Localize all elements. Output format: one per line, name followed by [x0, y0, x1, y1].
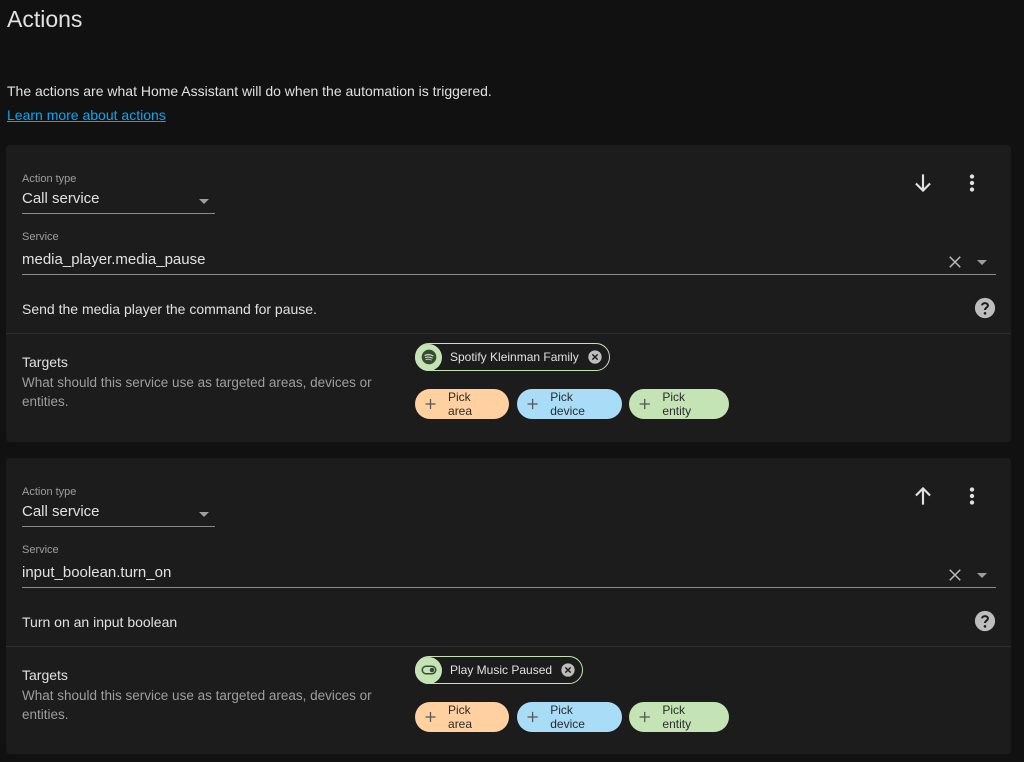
- pick-device-label: Pick device: [550, 390, 585, 418]
- toggle-switch-icon: [415, 656, 442, 684]
- chevron-down-icon[interactable]: [977, 260, 987, 265]
- pick-area-label: Pick area: [448, 390, 473, 418]
- plus-icon: [425, 398, 436, 410]
- divider: [6, 646, 1011, 647]
- pick-entity-button[interactable]: Pick entity: [629, 702, 729, 732]
- pick-entity-button[interactable]: Pick entity: [629, 389, 729, 419]
- action-type-select[interactable]: Call service: [22, 500, 215, 527]
- page-title: Actions: [7, 6, 83, 32]
- chevron-down-icon: [199, 512, 209, 517]
- pick-device-button[interactable]: Pick device: [517, 389, 622, 419]
- plus-icon: [639, 711, 650, 723]
- move-down-button[interactable]: [910, 170, 936, 196]
- close-icon[interactable]: [946, 253, 964, 271]
- divider: [6, 333, 1011, 334]
- pick-area-button[interactable]: Pick area: [415, 389, 509, 419]
- plus-icon: [527, 398, 538, 410]
- targets-description: What should this service use as targeted…: [22, 375, 372, 409]
- pick-entity-label: Pick entity: [662, 390, 692, 418]
- arrow-down-icon: [915, 174, 931, 193]
- service-input[interactable]: input_boolean.turn_on: [22, 561, 996, 588]
- action-type-select[interactable]: Call service: [22, 187, 215, 214]
- action-type-label: Action type: [22, 173, 77, 185]
- close-icon[interactable]: [946, 566, 964, 584]
- selected-target-chip[interactable]: Spotify Kleinman Family: [415, 343, 610, 371]
- plus-icon: [425, 711, 436, 723]
- service-description: Send the media player the command for pa…: [22, 301, 317, 317]
- action-card: Action type Call service Service media_p…: [6, 145, 1011, 442]
- arrow-up-icon: [915, 486, 931, 505]
- selected-target-label: Spotify Kleinman Family: [450, 350, 579, 364]
- pick-area-button[interactable]: Pick area: [415, 702, 509, 732]
- chevron-down-icon[interactable]: [977, 573, 987, 578]
- action-card: Action type Call service Service input_b…: [6, 458, 1011, 754]
- more-options-button[interactable]: [959, 170, 985, 196]
- more-options-button[interactable]: [959, 483, 985, 509]
- service-input[interactable]: media_player.media_pause: [22, 248, 996, 275]
- plus-icon: [639, 398, 650, 410]
- dots-vertical-icon: [969, 174, 975, 192]
- plus-icon: [527, 711, 538, 723]
- pick-device-button[interactable]: Pick device: [517, 702, 622, 732]
- intro-text: The actions are what Home Assistant will…: [7, 83, 492, 99]
- pick-area-label: Pick area: [448, 703, 473, 731]
- help-circle-icon[interactable]: [974, 297, 996, 319]
- service-description: Turn on an input boolean: [22, 614, 178, 630]
- service-value: input_boolean.turn_on: [22, 564, 172, 581]
- targets-title: Targets: [22, 354, 68, 370]
- pick-entity-label: Pick entity: [662, 703, 692, 731]
- pick-device-label: Pick device: [550, 703, 585, 731]
- targets-description: What should this service use as targeted…: [22, 688, 372, 722]
- action-type-value: Call service: [22, 503, 100, 520]
- service-label: Service: [22, 231, 59, 243]
- service-label: Service: [22, 544, 59, 556]
- remove-circle-icon[interactable]: [560, 662, 576, 678]
- action-type-label: Action type: [22, 486, 77, 498]
- dots-vertical-icon: [969, 487, 975, 505]
- action-type-value: Call service: [22, 190, 100, 207]
- move-up-button[interactable]: [910, 483, 936, 509]
- spotify-icon: [415, 343, 442, 371]
- selected-target-label: Play Music Paused: [450, 663, 553, 677]
- targets-title: Targets: [22, 667, 68, 683]
- learn-more-link[interactable]: Learn more about actions: [7, 107, 166, 123]
- selected-target-chip[interactable]: Play Music Paused: [415, 656, 584, 684]
- service-value: media_player.media_pause: [22, 251, 206, 268]
- remove-circle-icon[interactable]: [587, 349, 603, 365]
- help-circle-icon[interactable]: [974, 610, 996, 632]
- chevron-down-icon: [199, 199, 209, 204]
